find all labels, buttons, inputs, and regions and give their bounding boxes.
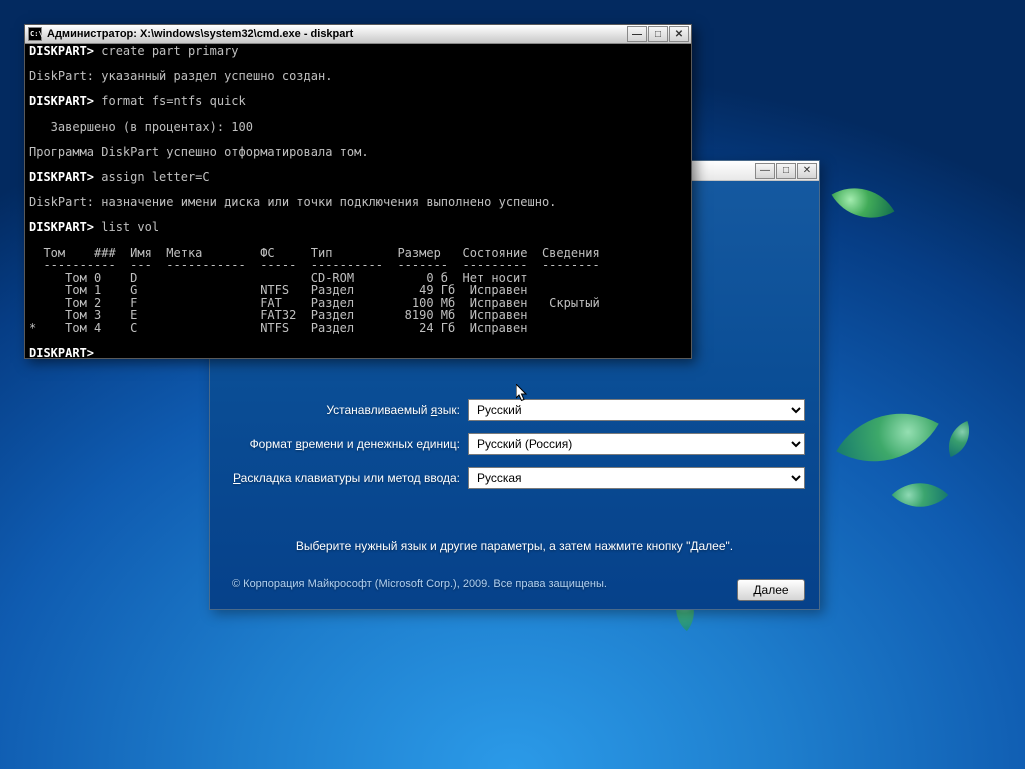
time-currency-label: Формат времени и денежных единиц: — [224, 437, 468, 451]
cmd-window: C:\ Администратор: X:\windows\system32\c… — [24, 24, 692, 359]
cmd-output[interactable]: DISKPART> create part primary DiskPart: … — [25, 44, 691, 358]
cmd-icon: C:\ — [28, 27, 42, 41]
keyboard-label: Раскладка клавиатуры или метод ввода: — [224, 471, 468, 485]
close-button[interactable]: ✕ — [797, 163, 817, 179]
decorative-leaf — [892, 467, 949, 524]
maximize-button[interactable]: □ — [776, 163, 796, 179]
decorative-leaf — [832, 172, 895, 235]
close-button[interactable]: ✕ — [669, 26, 689, 42]
time-currency-select[interactable]: Русский (Россия) — [468, 433, 805, 455]
instruction-text: Выберите нужный язык и другие параметры,… — [210, 539, 819, 553]
minimize-button[interactable]: — — [627, 26, 647, 42]
copyright-text: © Корпорация Майкрософт (Microsoft Corp.… — [232, 578, 607, 590]
decorative-leaf — [836, 386, 938, 488]
cmd-titlebar[interactable]: C:\ Администратор: X:\windows\system32\c… — [25, 25, 691, 44]
language-label: Устанавливаемый язык: — [224, 403, 468, 417]
language-select[interactable]: Русский — [468, 399, 805, 421]
decorative-leaf — [941, 421, 977, 457]
next-button[interactable]: Далее — [737, 579, 805, 601]
minimize-button[interactable]: — — [755, 163, 775, 179]
cmd-title: Администратор: X:\windows\system32\cmd.e… — [47, 28, 353, 40]
maximize-button[interactable]: □ — [648, 26, 668, 42]
keyboard-select[interactable]: Русская — [468, 467, 805, 489]
